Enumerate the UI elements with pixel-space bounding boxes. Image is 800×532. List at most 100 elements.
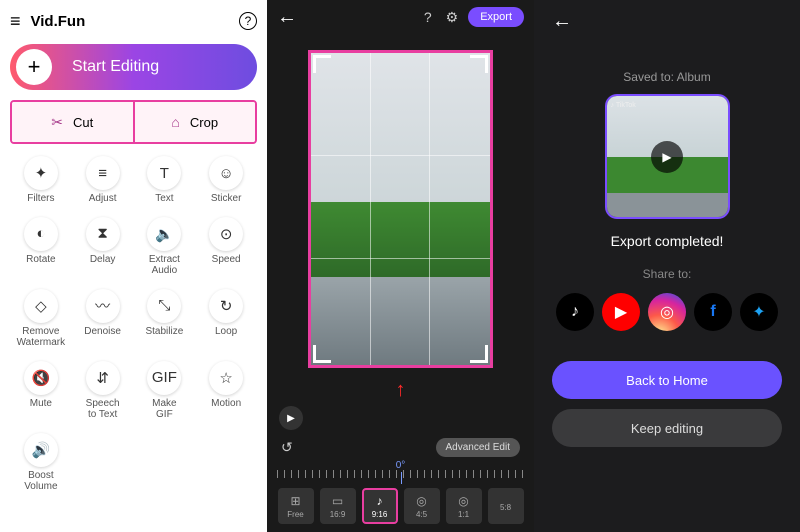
export-button[interactable]: Export [468, 7, 524, 27]
tool-grid: ✦ Filters ≡ Adjust TText☺Sticker ◐ Rotate ⧗Dela… [10, 152, 257, 497]
aspect-icon: ▭ [332, 494, 343, 508]
tool-label: MakeGIF [152, 398, 176, 421]
tool-label: Rotate [26, 254, 55, 266]
tool-label: Stabilize [145, 326, 183, 338]
tool-icon: ◇ [24, 289, 58, 323]
tool-icon: ☺ [209, 156, 243, 190]
tool-label: Speed [212, 254, 241, 266]
aspect-icon: ♪ [377, 494, 383, 508]
tool-text[interactable]: TText [134, 152, 196, 209]
help-icon[interactable]: ? [424, 9, 432, 25]
aspect-5-8[interactable]: 5:8 [488, 488, 524, 524]
tool-icon: ☆ [209, 361, 243, 395]
tool-label: Loop [215, 326, 237, 338]
social-row: ♪ ▶ ◎ f ✦ [556, 293, 778, 331]
preview-area [267, 34, 534, 383]
cut-label: Cut [73, 115, 93, 130]
aspect-label: 9:16 [372, 510, 388, 519]
keep-editing-button[interactable]: Keep editing [552, 409, 782, 447]
panel-tools: ≡ Vid.Fun ? + Start Editing ✂ Cut ⌂ Crop… [0, 0, 267, 532]
export-completed-label: Export completed! [611, 233, 724, 249]
tool-icon: ⇵ [86, 361, 120, 395]
aspect-icon: ◎ [416, 494, 426, 508]
ruler-value: 0° [396, 460, 406, 471]
aspect-label: 4:5 [416, 510, 427, 519]
cut-button[interactable]: ✂ Cut [12, 102, 133, 142]
tool-adjust[interactable]: ≡ Adjust [72, 152, 134, 209]
tool-icon: ⊙ [209, 217, 243, 251]
left-header: ≡ Vid.Fun ? [10, 6, 257, 36]
tool-label: Filters [27, 193, 54, 205]
aspect-9-16[interactable]: ♪ 9:16 [362, 488, 398, 524]
editor-header: ← ? ⚙ Export [267, 0, 534, 34]
tool-icon: ◐ [24, 217, 58, 251]
aspect-1-1[interactable]: ◎1:1 [446, 488, 482, 524]
advanced-row: ↺ Advanced Edit [267, 434, 534, 460]
tool-delay[interactable]: ⧗Delay [72, 213, 134, 281]
settings-icon[interactable]: ⚙ [446, 9, 459, 26]
menu-icon[interactable]: ≡ [10, 11, 21, 32]
youtube-icon[interactable]: ▶ [602, 293, 640, 331]
reset-icon[interactable]: ↺ [281, 439, 293, 456]
aspect-4-5[interactable]: ◎ 4:5 [404, 488, 440, 524]
tool-make-gif[interactable]: GIF MakeGIF [134, 357, 196, 425]
export-thumbnail[interactable]: ▶ ♪ TikTok [605, 94, 730, 219]
tool-label: Mute [30, 398, 52, 410]
tool-stabilize[interactable]: ⤡Stabilize [134, 285, 196, 353]
tool-icon: GIF [147, 361, 181, 395]
plus-icon: + [16, 49, 52, 85]
aspect-label: 5:8 [500, 503, 511, 512]
tool-remove-watermark[interactable]: ◇ RemoveWatermark [10, 285, 72, 353]
tool-mute[interactable]: 🔇Mute [10, 357, 72, 425]
tool-icon: ↻ [209, 289, 243, 323]
crop-button[interactable]: ⌂ Crop [133, 102, 256, 142]
tool-speed[interactable]: ⊙ Speed [195, 213, 257, 281]
aspect-ratio-row: ⊞Free ▭ 16:9 ♪ 9:16 ◎ 4:5 ◎1:1 5:8 [267, 484, 534, 532]
tool-label: Delay [90, 254, 116, 266]
rotation-ruler[interactable]: 0° [277, 462, 524, 484]
tool-icon: 〰 [86, 289, 120, 323]
panel-editor: ← ? ⚙ Export ↑ ▶ ↺ Advanced Edit 0° ⊞Fre… [267, 0, 534, 532]
tool-extract-audio[interactable]: 🔈ExtractAudio [134, 213, 196, 281]
tool-label: RemoveWatermark [17, 326, 66, 349]
tool-icon: T [147, 156, 181, 190]
start-editing-button[interactable]: + Start Editing [10, 44, 257, 90]
annotation-arrow-icon: ↑ [267, 379, 534, 402]
tool-loop[interactable]: ↻ Loop [195, 285, 257, 353]
play-button[interactable]: ▶ [279, 406, 303, 430]
tool-icon: ✦ [24, 156, 58, 190]
tiktok-icon[interactable]: ♪ [556, 293, 594, 331]
aspect-label: 16:9 [330, 510, 346, 519]
instagram-icon[interactable]: ◎ [648, 293, 686, 331]
crop-preview[interactable] [308, 50, 493, 368]
play-icon: ▶ [651, 141, 683, 173]
tool-label: BoostVolume [24, 470, 57, 493]
tool-boost-volume[interactable]: 🔊BoostVolume [10, 429, 72, 497]
aspect-free[interactable]: ⊞Free [278, 488, 314, 524]
tool-label: Adjust [89, 193, 117, 205]
tool-label: Motion [211, 398, 241, 410]
tool-filters[interactable]: ✦ Filters [10, 152, 72, 209]
back-icon[interactable]: ← [277, 6, 297, 29]
back-to-home-button[interactable]: Back to Home [552, 361, 782, 399]
tool-denoise[interactable]: 〰 Denoise [72, 285, 134, 353]
saved-to-label: Saved to: Album [623, 70, 710, 84]
back-icon[interactable]: ← [552, 10, 572, 40]
help-icon[interactable]: ? [239, 12, 257, 30]
facebook-icon[interactable]: f [694, 293, 732, 331]
tool-label: Denoise [84, 326, 121, 338]
tool-speech-to-text[interactable]: ⇵Speechto Text [72, 357, 134, 425]
tool-sticker[interactable]: ☺Sticker [195, 152, 257, 209]
twitter-icon[interactable]: ✦ [740, 293, 778, 331]
share-to-label: Share to: [643, 267, 692, 281]
advanced-edit-button[interactable]: Advanced Edit [436, 438, 521, 457]
crop-label: Crop [190, 115, 218, 130]
cut-crop-row: ✂ Cut ⌂ Crop [10, 100, 257, 144]
tool-rotate[interactable]: ◐ Rotate [10, 213, 72, 281]
tool-motion[interactable]: ☆ Motion [195, 357, 257, 425]
app-title: Vid.Fun [31, 13, 229, 30]
aspect-16-9[interactable]: ▭ 16:9 [320, 488, 356, 524]
tool-icon: ≡ [86, 156, 120, 190]
aspect-icon: ◎ [458, 494, 468, 508]
tool-label: ExtractAudio [149, 254, 180, 277]
